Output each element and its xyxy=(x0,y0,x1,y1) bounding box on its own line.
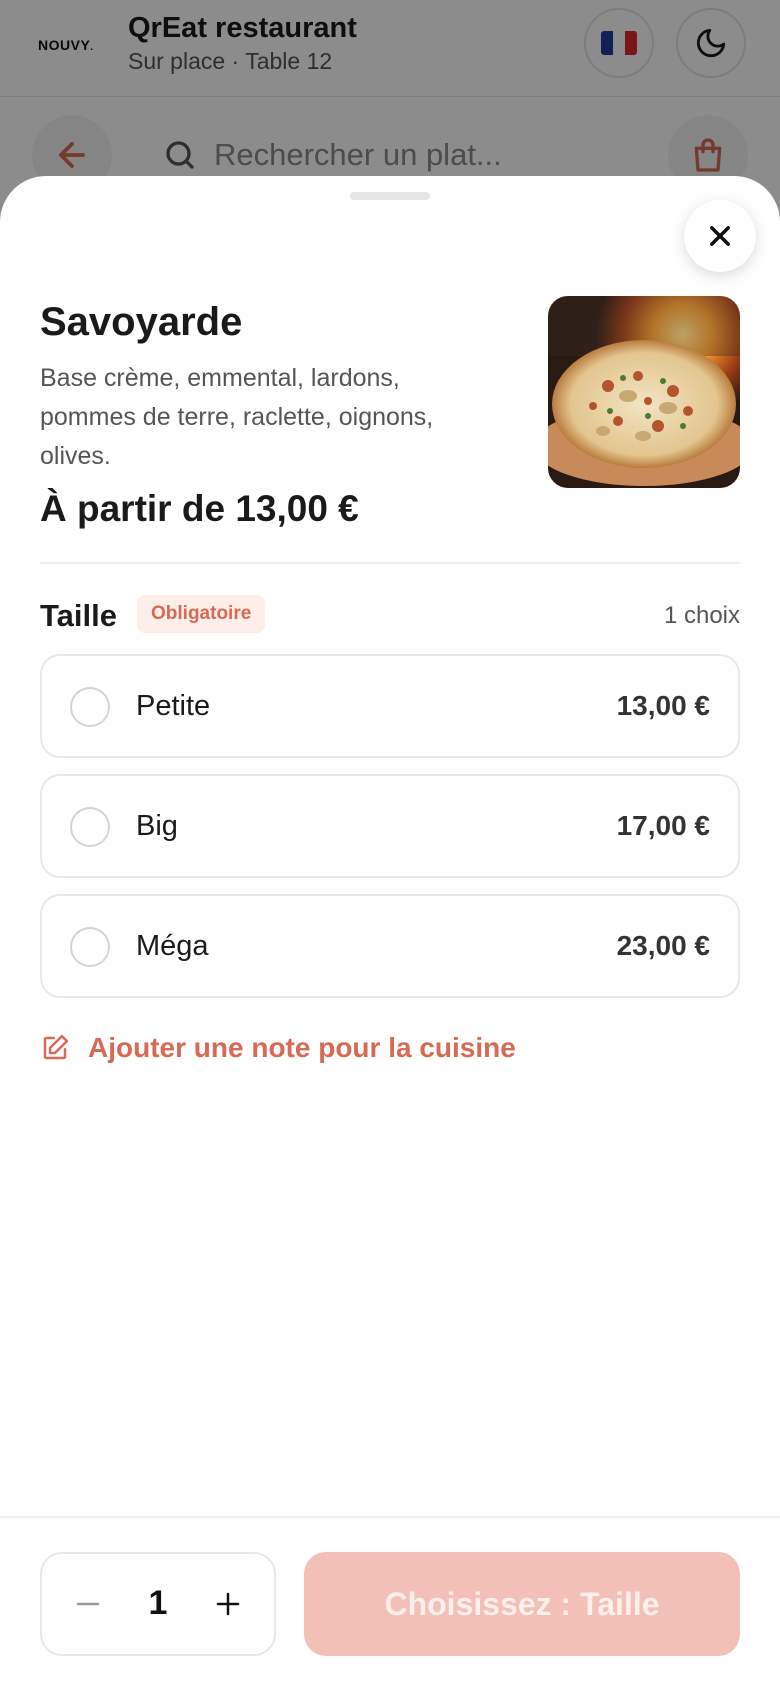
option-label: Petite xyxy=(136,690,211,722)
option-price: 13,00 € xyxy=(616,690,710,721)
option-label: Big xyxy=(136,810,178,842)
radio-button[interactable] xyxy=(70,927,110,967)
choice-count: 1 choix xyxy=(663,602,740,629)
size-option-petite[interactable]: Petite 13,00 € xyxy=(40,654,740,758)
choose-size-button[interactable]: Choisissez : Taille xyxy=(304,1552,740,1656)
add-note-link[interactable]: Ajouter une note pour la cuisine xyxy=(40,1032,516,1064)
option-price: 17,00 € xyxy=(616,810,710,841)
dish-price: À partir de 13,00 € xyxy=(40,488,359,529)
dish-detail-sheet: Savoyarde Base crème, emmental, lardons,… xyxy=(0,176,780,1688)
size-option-mega[interactable]: Méga 23,00 € xyxy=(40,894,740,998)
quantity-stepper: 1 xyxy=(40,1552,276,1656)
dish-description: Base crème, emmental, lardons, pommes de… xyxy=(40,364,434,470)
submit-label: Choisissez : Taille xyxy=(384,1585,660,1622)
size-option-big[interactable]: Big 17,00 € xyxy=(40,774,740,878)
dish-image xyxy=(548,296,740,488)
close-icon xyxy=(710,226,730,246)
radio-button[interactable] xyxy=(70,687,110,727)
close-button[interactable] xyxy=(684,200,756,272)
footer-divider xyxy=(0,1516,780,1518)
add-note-label: Ajouter une note pour la cuisine xyxy=(88,1032,516,1063)
increase-quantity-button[interactable] xyxy=(200,1576,256,1632)
edit-note-icon xyxy=(43,1034,69,1060)
required-badge: Obligatoire xyxy=(137,595,266,633)
sheet-grabber[interactable] xyxy=(350,192,430,200)
dish-title: Savoyarde xyxy=(40,300,243,344)
plus-icon xyxy=(216,1592,240,1616)
option-group-title: Taille xyxy=(40,598,117,633)
radio-button[interactable] xyxy=(70,807,110,847)
option-price: 23,00 € xyxy=(616,930,710,961)
option-label: Méga xyxy=(136,930,209,962)
section-divider xyxy=(40,562,740,564)
